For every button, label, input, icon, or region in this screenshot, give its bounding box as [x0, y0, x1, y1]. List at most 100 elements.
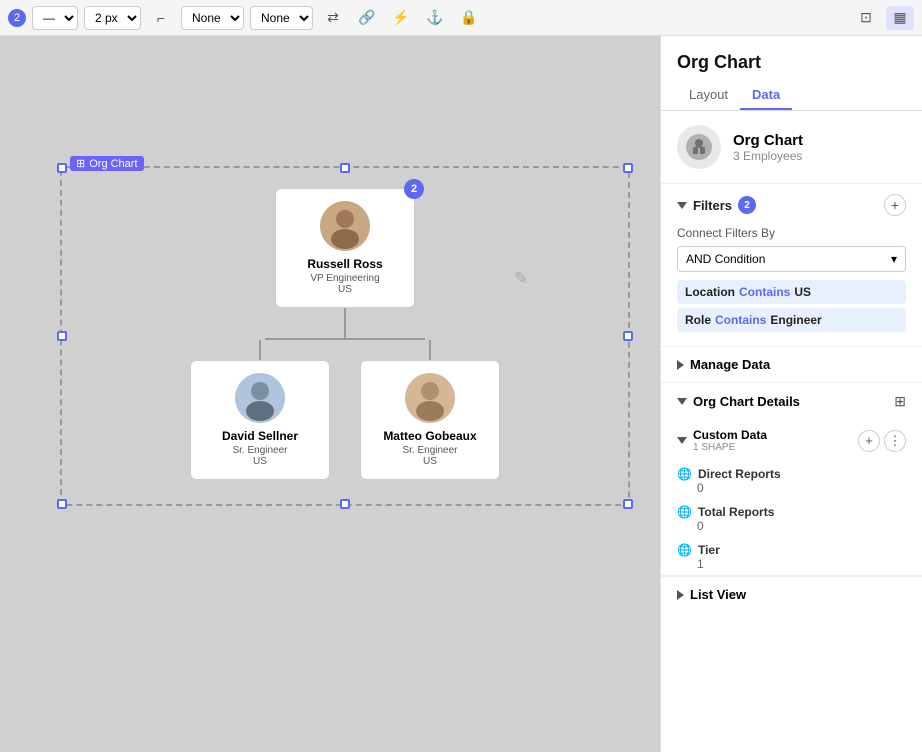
toolbar-badge: 2	[8, 9, 26, 27]
employee-badge: 2	[404, 179, 424, 199]
employee-card-right[interactable]: Matteo Gobeaux Sr. Engineer US	[360, 360, 500, 480]
custom-data-add-btn[interactable]: +	[858, 430, 880, 452]
lock-btn[interactable]: 🔒	[455, 6, 483, 30]
filters-header-left: Filters 2	[677, 196, 756, 214]
employee-name-left: David Sellner	[222, 429, 298, 443]
chart-icon	[677, 125, 721, 169]
org-frame: ⊞ Org Chart 2	[60, 166, 630, 506]
bottom-card-right-wrapper: Matteo Gobeaux Sr. Engineer US	[360, 340, 500, 480]
anchor-btn[interactable]: ⚓	[421, 6, 449, 30]
link-btn[interactable]: 🔗	[353, 6, 381, 30]
chart-text: Org Chart 3 Employees	[733, 132, 803, 163]
end-style-select1[interactable]: None	[181, 6, 244, 30]
filters-content: Connect Filters By AND Condition ▾ Locat…	[661, 226, 922, 346]
tier-label: Tier	[698, 543, 720, 557]
list-view-label: List View	[690, 587, 746, 602]
filter-role-val: Engineer	[770, 313, 821, 327]
corner-style-btn[interactable]: ⌐	[147, 6, 175, 30]
connector-line-up-left	[259, 340, 261, 360]
tier-icon: 🌐	[677, 543, 692, 557]
connect-filters-dropdown[interactable]: AND Condition ▾	[677, 246, 906, 272]
custom-data-sub: 1 SHAPE	[693, 442, 767, 453]
manage-data-header[interactable]: Manage Data	[661, 347, 922, 382]
filters-add-btn[interactable]: +	[884, 194, 906, 216]
line-style-select[interactable]: —	[32, 6, 78, 30]
filters-section-header[interactable]: Filters 2 +	[661, 184, 922, 226]
handle-bottom-right[interactable]	[623, 499, 633, 509]
filter-dropdown-value: AND Condition	[686, 252, 765, 266]
swap-btn[interactable]: ⇄	[319, 6, 347, 30]
org-content: 2 Russell Ross VP Engineering	[82, 188, 608, 484]
details-label: Org Chart Details	[693, 394, 800, 409]
employee-title-top: VP Engineering	[310, 273, 379, 284]
handle-mid-left[interactable]	[57, 331, 67, 341]
employee-name-right: Matteo Gobeaux	[383, 429, 476, 443]
handle-bottom-center[interactable]	[340, 499, 350, 509]
panel-btn[interactable]: ▦	[886, 6, 914, 30]
direct-reports-value: 0	[677, 481, 906, 495]
custom-data-actions: + ⋮	[858, 430, 906, 452]
details-grid-icon: ⊞	[894, 393, 906, 410]
handle-top-right[interactable]	[623, 163, 633, 173]
toolbar: 2 — 2 px ⌐ None None ⇄ 🔗 ⚡ ⚓ 🔒 ⊡ ▦	[0, 0, 922, 36]
employee-card-left[interactable]: David Sellner Sr. Engineer US	[190, 360, 330, 480]
employee-card-top[interactable]: 2 Russell Ross VP Engineering	[275, 188, 415, 308]
direct-reports-row: 🌐 Direct Reports 0	[661, 461, 922, 499]
filter-pill-location[interactable]: Location Contains US	[677, 280, 906, 304]
details-collapse-icon	[677, 398, 687, 405]
employee-title-left: Sr. Engineer	[232, 445, 287, 456]
manage-data-collapse-icon	[677, 360, 684, 370]
filter-role-key: Role	[685, 313, 711, 327]
panel-tabs: Layout Data	[661, 81, 922, 111]
total-reports-row: 🌐 Total Reports 0	[661, 499, 922, 537]
chart-sub: 3 Employees	[733, 149, 803, 163]
list-view-section: List View	[661, 576, 922, 612]
total-reports-header: 🌐 Total Reports	[677, 505, 906, 519]
custom-data-header: Custom Data 1 SHAPE + ⋮	[661, 420, 922, 461]
frame-grid-icon: ⊞	[76, 157, 85, 170]
handle-top-center[interactable]	[340, 163, 350, 173]
bottom-cards: David Sellner Sr. Engineer US	[190, 340, 500, 480]
org-frame-label: ⊞ Org Chart	[70, 156, 144, 171]
tier-value: 1	[677, 557, 906, 571]
total-reports-icon: 🌐	[677, 505, 692, 519]
tab-layout[interactable]: Layout	[677, 81, 740, 110]
right-panel: Org Chart Layout Data Org Chart 3 Employ	[660, 36, 922, 752]
employee-avatar-right	[405, 373, 455, 423]
connector-line-up-right	[429, 340, 431, 360]
employee-location-top: US	[338, 284, 352, 295]
total-reports-label: Total Reports	[698, 505, 774, 519]
direct-reports-header: 🌐 Direct Reports	[677, 467, 906, 481]
filter-pill-role[interactable]: Role Contains Engineer	[677, 308, 906, 332]
handle-mid-right[interactable]	[623, 331, 633, 341]
windows-btn[interactable]: ⊡	[852, 6, 880, 30]
connector-line-down	[344, 308, 346, 338]
custom-data-text: Custom Data 1 SHAPE	[693, 428, 767, 453]
manage-data-label: Manage Data	[690, 357, 770, 372]
filter-role-op: Contains	[715, 313, 766, 327]
custom-data-more-btn[interactable]: ⋮	[884, 430, 906, 452]
employee-name-top: Russell Ross	[307, 257, 382, 271]
employee-avatar-top	[320, 201, 370, 251]
custom-data-collapse-icon	[677, 437, 687, 444]
handle-top-left[interactable]	[57, 163, 67, 173]
bottom-card-left-wrapper: David Sellner Sr. Engineer US	[190, 340, 330, 480]
line-width-select[interactable]: 2 px	[84, 6, 141, 30]
filters-section: Filters 2 + Connect Filters By AND Condi…	[661, 184, 922, 347]
list-view-header[interactable]: List View	[661, 577, 922, 612]
employee-avatar-left	[235, 373, 285, 423]
handle-bottom-left[interactable]	[57, 499, 67, 509]
filters-label: Filters	[693, 198, 732, 213]
panel-title: Org Chart	[661, 36, 922, 81]
employee-title-right: Sr. Engineer	[402, 445, 457, 456]
total-reports-value: 0	[677, 519, 906, 533]
tab-data[interactable]: Data	[740, 81, 792, 110]
direct-reports-icon: 🌐	[677, 467, 692, 481]
end-style-select2[interactable]: None	[250, 6, 313, 30]
pencil-icon: ✏	[508, 266, 534, 292]
org-chart-details-header[interactable]: Org Chart Details ⊞	[661, 383, 922, 420]
filter-location-key: Location	[685, 285, 735, 299]
chart-info: Org Chart 3 Employees	[661, 111, 922, 184]
employee-location-left: US	[253, 456, 267, 467]
bolt-btn[interactable]: ⚡	[387, 6, 415, 30]
